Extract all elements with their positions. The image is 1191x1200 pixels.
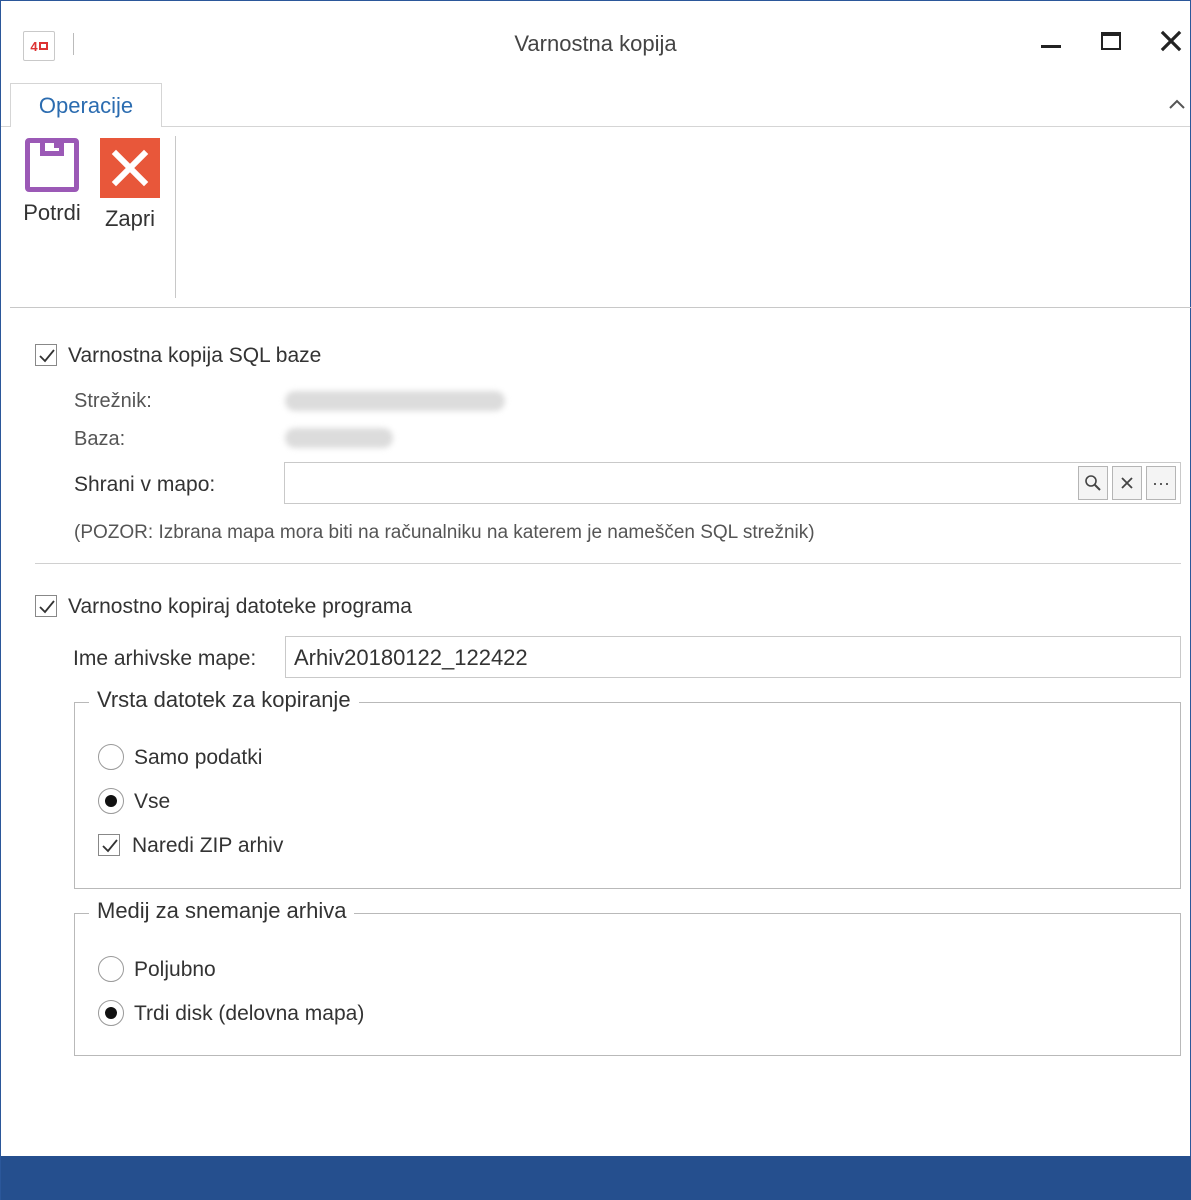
save-icon <box>25 138 79 192</box>
zip-archive-label[interactable]: Naredi ZIP arhiv <box>132 834 283 858</box>
chevron-up-icon <box>1169 99 1185 109</box>
window-title: Varnostna kopija <box>514 31 677 56</box>
media-group: Medij za snemanje arhiva <box>74 898 1181 1056</box>
sql-backup-checkbox[interactable] <box>35 344 57 366</box>
ellipsis-icon: ··· <box>1152 472 1170 493</box>
clear-icon <box>1121 477 1133 489</box>
file-type-group: Vrsta datotek za kopiranje <box>74 687 1181 889</box>
folder-browse-button[interactable]: ··· <box>1146 466 1176 500</box>
radio-any-media[interactable] <box>98 956 124 982</box>
folder-label: Shrani v mapo: <box>74 473 216 496</box>
backup-dialog-window: 4 Varnostna kopija Operacije Potrdi Zapr… <box>0 0 1191 1200</box>
confirm-button-label: Potrdi <box>23 200 81 225</box>
radio-data-only-label[interactable]: Samo podatki <box>134 746 262 770</box>
ribbon-separator <box>175 136 176 298</box>
checkmark-icon <box>39 349 55 363</box>
close-button[interactable]: Zapri <box>92 138 168 248</box>
folder-search-button[interactable] <box>1078 466 1108 500</box>
sql-backup-label[interactable]: Varnostna kopija SQL baze <box>68 344 321 368</box>
file-backup-label[interactable]: Varnostno kopiraj datoteke programa <box>68 595 412 619</box>
radio-any-media-label[interactable]: Poljubno <box>134 958 216 982</box>
checkmark-icon <box>102 839 118 853</box>
database-value-redacted <box>285 428 393 448</box>
radio-hard-disk[interactable] <box>98 1000 124 1026</box>
close-button-label: Zapri <box>104 206 156 231</box>
server-value-redacted <box>285 391 505 411</box>
folder-clear-button[interactable] <box>1112 466 1142 500</box>
archive-name-value: Arhiv20180122_122422 <box>294 645 528 670</box>
zip-archive-checkbox[interactable] <box>98 834 120 856</box>
title-bar: 4 Varnostna kopija <box>1 1 1190 83</box>
ribbon-panel: Potrdi Zapri <box>10 126 1191 308</box>
radio-hard-disk-label[interactable]: Trdi disk (delovna mapa) <box>134 1002 364 1026</box>
minimize-button[interactable] <box>1031 23 1071 59</box>
search-icon <box>1085 475 1101 491</box>
maximize-icon <box>1101 32 1121 50</box>
close-x-icon <box>100 138 160 198</box>
maximize-button[interactable] <box>1091 23 1131 59</box>
window-close-button[interactable] <box>1151 23 1191 59</box>
database-label: Baza: <box>74 428 126 450</box>
close-icon <box>1160 30 1182 52</box>
archive-name-label: Ime arhivske mape: <box>73 647 257 670</box>
media-legend: Medij za snemanje arhiva <box>89 898 355 924</box>
tab-operacije[interactable]: Operacije <box>10 83 162 127</box>
radio-all[interactable] <box>98 788 124 814</box>
checkmark-icon <box>39 600 55 614</box>
minimize-icon <box>1041 44 1061 48</box>
file-type-legend: Vrsta datotek za kopiranje <box>89 687 359 713</box>
radio-all-label[interactable]: Vse <box>134 790 170 814</box>
file-backup-checkbox[interactable] <box>35 595 57 617</box>
server-label: Strežnik: <box>74 390 152 412</box>
footer-bar <box>1 1156 1191 1200</box>
ribbon-tab-strip: Operacije <box>1 83 1190 127</box>
radio-data-only[interactable] <box>98 744 124 770</box>
ribbon-collapse-button[interactable] <box>1168 93 1186 116</box>
confirm-button[interactable]: Potrdi <box>14 138 90 248</box>
sql-warning-text: (POZOR: Izbrana mapa mora biti na računa… <box>74 522 815 543</box>
folder-path-input[interactable]: ··· <box>284 462 1181 504</box>
section-divider <box>35 563 1181 564</box>
archive-name-input[interactable]: Arhiv20180122_122422 <box>285 636 1181 678</box>
